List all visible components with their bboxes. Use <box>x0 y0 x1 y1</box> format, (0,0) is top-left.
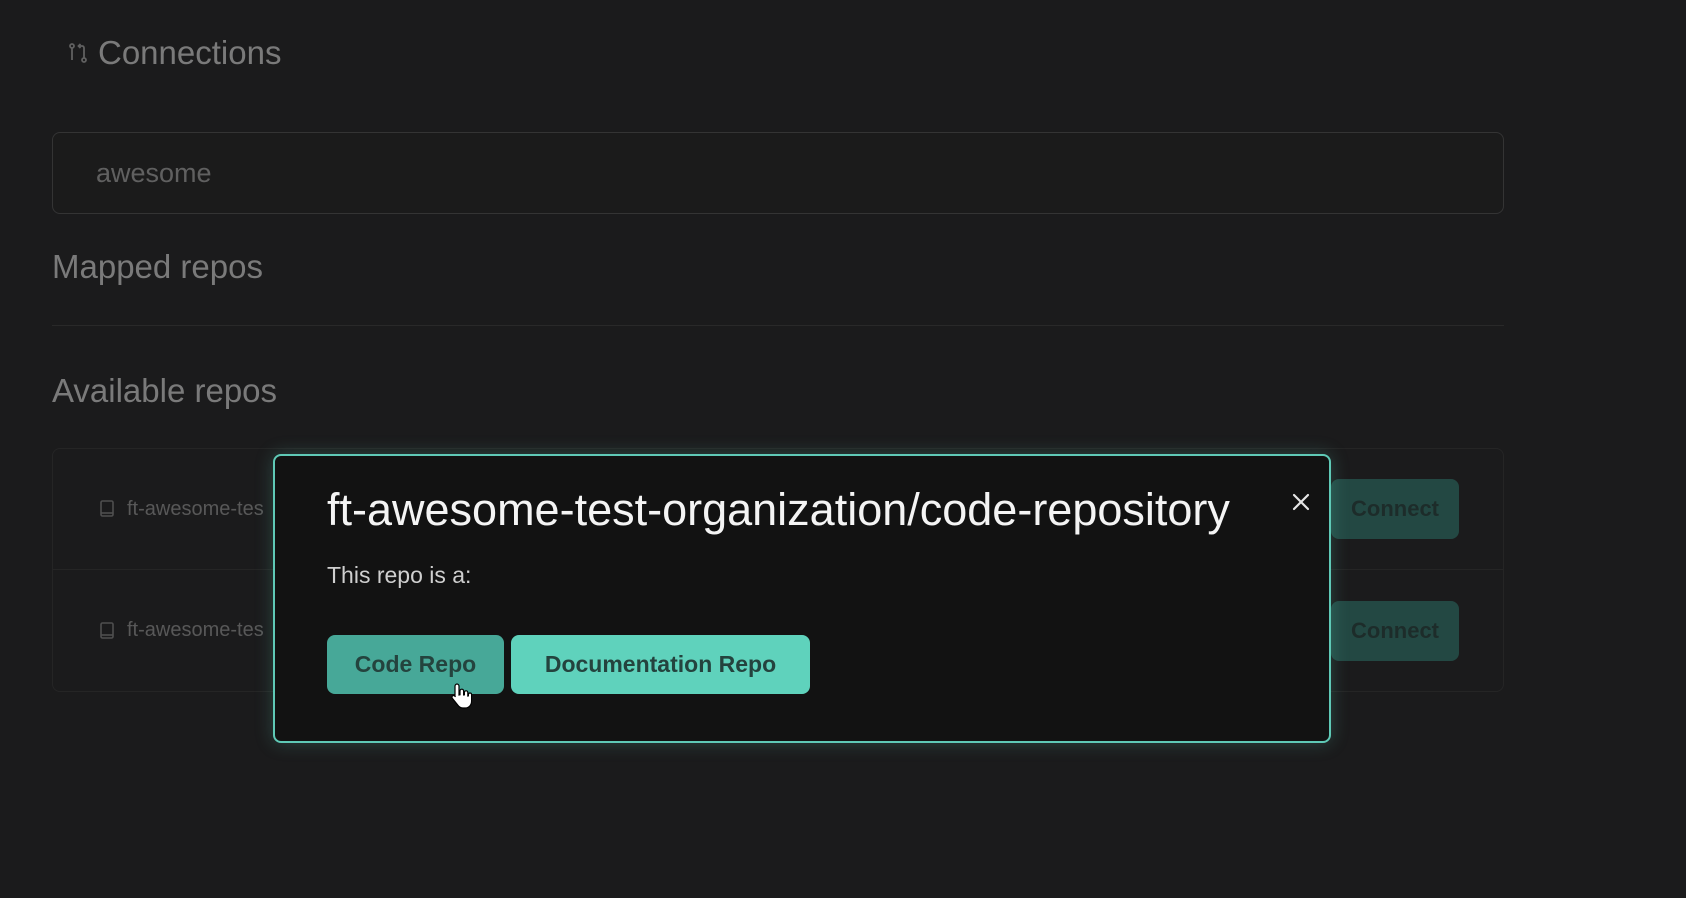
repo-name: ft-awesome-tes <box>127 497 264 520</box>
close-icon[interactable] <box>1287 488 1315 516</box>
page-header: Connections <box>66 34 281 72</box>
repo-name: ft-awesome-tes <box>127 619 264 641</box>
repo-book-icon <box>99 621 115 641</box>
modal-subtitle: This repo is a: <box>327 562 472 588</box>
connect-button[interactable]: Connect <box>1331 600 1459 661</box>
search-input[interactable]: awesome <box>52 132 1504 214</box>
repo-book-icon <box>99 499 115 519</box>
available-repos-title: Available repos <box>52 372 278 409</box>
repo-type-modal: ft-awesome-test-organization/code-reposi… <box>273 454 1331 743</box>
git-compare-icon <box>66 41 90 65</box>
hand-pointer-icon <box>450 682 473 710</box>
connections-page: Connections awesome Mapped repos Availab… <box>0 0 1686 898</box>
connect-button[interactable]: Connect <box>1331 479 1459 539</box>
documentation-repo-button[interactable]: Documentation Repo <box>511 635 810 694</box>
page-title: Connections <box>98 34 282 71</box>
search-input-value: awesome <box>96 157 212 188</box>
section-divider <box>52 325 1504 326</box>
mapped-repos-title: Mapped repos <box>52 248 263 285</box>
modal-actions: Code Repo Documentation Repo <box>327 635 810 694</box>
modal-title: ft-awesome-test-organization/code-reposi… <box>327 484 1230 535</box>
code-repo-button[interactable]: Code Repo <box>327 635 504 694</box>
